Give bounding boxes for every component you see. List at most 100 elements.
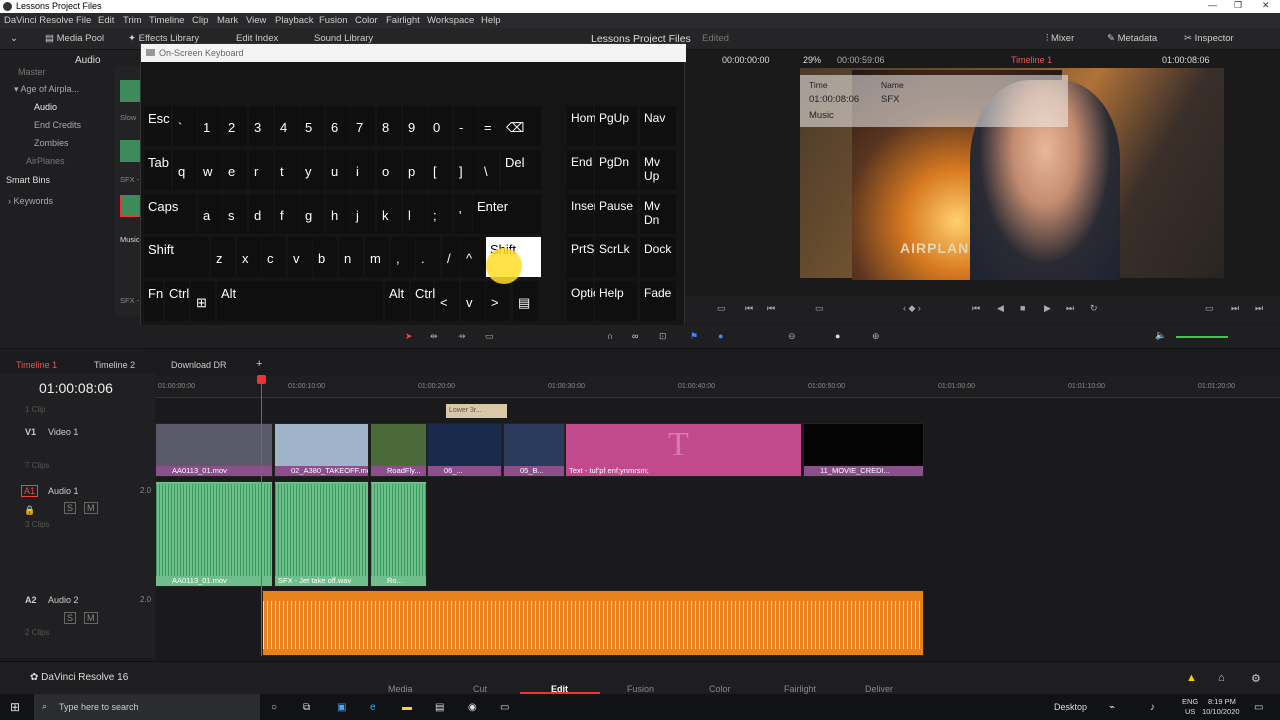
key-options[interactable]: Options (567, 281, 612, 321)
key-ctrl[interactable]: Ctrl (411, 281, 435, 321)
key-x[interactable]: x (237, 237, 261, 277)
key-ctrl[interactable]: Ctrl (165, 281, 189, 321)
trim-tool-icon[interactable]: ⇹ (430, 331, 438, 342)
taskbar-search[interactable]: ⌕ Type here to search (34, 694, 260, 720)
dynamic-trim-icon[interactable]: ⇸ (458, 331, 466, 342)
video-clip[interactable]: AA0113_01.mov (155, 423, 273, 477)
key-7[interactable]: 7 (351, 106, 375, 146)
key-t[interactable]: t (275, 150, 299, 190)
key-alt[interactable]: Alt (217, 281, 383, 321)
tab-download-dr[interactable]: Download DR (171, 360, 227, 370)
keyboard-app-icon[interactable]: ▭ (500, 702, 509, 713)
playhead-handle[interactable] (257, 375, 266, 384)
maximize-button[interactable]: ❐ (1234, 0, 1242, 11)
page-color[interactable]: Color (709, 684, 731, 694)
key-e[interactable]: e (223, 150, 247, 190)
key-o[interactable]: o (377, 150, 401, 190)
edge-icon[interactable]: e (370, 702, 376, 713)
page-cut[interactable]: Cut (473, 684, 487, 694)
key-insert[interactable]: Insert (567, 194, 601, 234)
page-fusion[interactable]: Fusion (627, 684, 654, 694)
stop-icon[interactable]: ■ (1020, 303, 1025, 313)
key-menu-key-icon[interactable]: ▤ (513, 281, 538, 321)
key-help[interactable]: Help (595, 281, 637, 321)
bin-age-of-airplanes[interactable]: ▾ Age of Airpla... (14, 84, 79, 95)
menu-workspace[interactable]: Workspace (427, 15, 474, 26)
page-deliver[interactable]: Deliver (865, 684, 893, 694)
lang-indicator[interactable]: ENG (1182, 697, 1198, 706)
zoom-slider[interactable]: ● (835, 331, 840, 341)
audio-clip[interactable]: Ro... (370, 481, 427, 587)
inspector-button[interactable]: ✂ Inspector (1184, 33, 1234, 44)
track-id-a1[interactable]: A1 (21, 485, 39, 497)
audio-thumbnail[interactable] (120, 80, 140, 102)
key-arrow-down-icon[interactable]: v (288, 237, 312, 277)
video-clip[interactable]: RoadFly... (370, 423, 427, 477)
key-pgdn[interactable]: PgDn (595, 150, 637, 190)
resolve-icon[interactable]: ◉ (468, 702, 477, 713)
key-u[interactable]: u (326, 150, 350, 190)
page-fairlight[interactable]: Fairlight (784, 684, 816, 694)
key-mvdn[interactable]: Mv Dn (640, 194, 676, 234)
audio-thumbnail[interactable] (120, 140, 140, 162)
last-frame-icon[interactable]: ⏭ (1066, 303, 1074, 314)
snapping-icon[interactable]: ∩ (607, 331, 613, 341)
loop-icon[interactable]: ▭ (717, 303, 726, 314)
bin-zombies[interactable]: Zombies (34, 138, 69, 148)
marker-icon[interactable]: ● (718, 331, 723, 341)
view-options-icon[interactable]: ▭ (815, 303, 824, 314)
page-media[interactable]: Media (388, 684, 413, 694)
key-backspace-icon[interactable]: ⌫ (501, 106, 541, 146)
fullscreen-icon[interactable]: ▭ (1205, 303, 1214, 314)
key-j[interactable]: j (351, 194, 375, 234)
cortana-icon[interactable]: ○ (271, 702, 277, 713)
key-z[interactable]: z (211, 237, 235, 277)
panel-toggle-icon[interactable]: ⌄ (10, 33, 18, 44)
smart-bin-keywords[interactable]: › Keywords (8, 196, 53, 206)
menu-davinci[interactable]: DaVinci Resolve (4, 15, 74, 26)
menu-view[interactable]: View (246, 15, 266, 26)
key-6[interactable]: 6 (326, 106, 350, 146)
key-8[interactable]: 8 (377, 106, 401, 146)
mute-button[interactable]: M (84, 612, 98, 624)
play-icon[interactable]: ▶ (1044, 303, 1051, 314)
explorer-icon[interactable]: ▬ (402, 702, 412, 713)
bin-master[interactable]: Master (18, 67, 46, 77)
bin-audio[interactable]: Audio (34, 102, 57, 112)
lock-icon[interactable]: 🔒 (24, 505, 35, 516)
solo-button[interactable]: S (64, 502, 77, 514)
key-5[interactable]: 5 (300, 106, 324, 146)
key-arrow-right-icon[interactable]: > (486, 281, 510, 321)
key-alt[interactable]: Alt (385, 281, 409, 321)
key-symbol[interactable]: / (442, 237, 460, 277)
music-audio-clip[interactable] (262, 590, 924, 656)
key-arrow-left-icon[interactable]: < (435, 281, 459, 321)
next-edit-icon[interactable]: ⏭ (1231, 303, 1239, 314)
blade-tool-icon[interactable]: ▭ (485, 331, 494, 342)
tab-timeline-2[interactable]: Timeline 2 (94, 360, 135, 370)
key-fn[interactable]: Fn (144, 281, 163, 321)
key-0[interactable]: 0 (428, 106, 452, 146)
key-c[interactable]: c (262, 237, 286, 277)
tab-timeline-1[interactable]: Timeline 1 (16, 360, 57, 370)
key-p[interactable]: p (403, 150, 427, 190)
photoshop-icon[interactable]: ▣ (337, 702, 346, 713)
mixer-button[interactable]: ⫶ Mixer (1046, 33, 1074, 44)
video-clip[interactable]: 11_MOVIE_CREDI... (803, 423, 924, 477)
menu-file[interactable]: File (76, 15, 91, 26)
key-g[interactable]: g (300, 194, 324, 234)
start-icon[interactable]: ⊞ (10, 700, 20, 714)
menu-color[interactable]: Color (355, 15, 378, 26)
jog-icon[interactable]: ‹ ◆ › (903, 303, 921, 314)
key-f[interactable]: f (275, 194, 299, 234)
key-l[interactable]: l (403, 194, 427, 234)
key-windows-icon[interactable]: ⊞ (191, 281, 215, 321)
key-s[interactable]: s (223, 194, 247, 234)
key-3[interactable]: 3 (249, 106, 273, 146)
menu-fusion[interactable]: Fusion (319, 15, 348, 26)
loop-play-icon[interactable]: ↻ (1090, 303, 1098, 314)
key-symbol[interactable]: ` (173, 106, 197, 146)
flag-icon[interactable]: ⚑ (690, 331, 698, 342)
video-clip[interactable]: 05_B... (503, 423, 565, 477)
bin-end-credits[interactable]: End Credits (34, 120, 81, 130)
